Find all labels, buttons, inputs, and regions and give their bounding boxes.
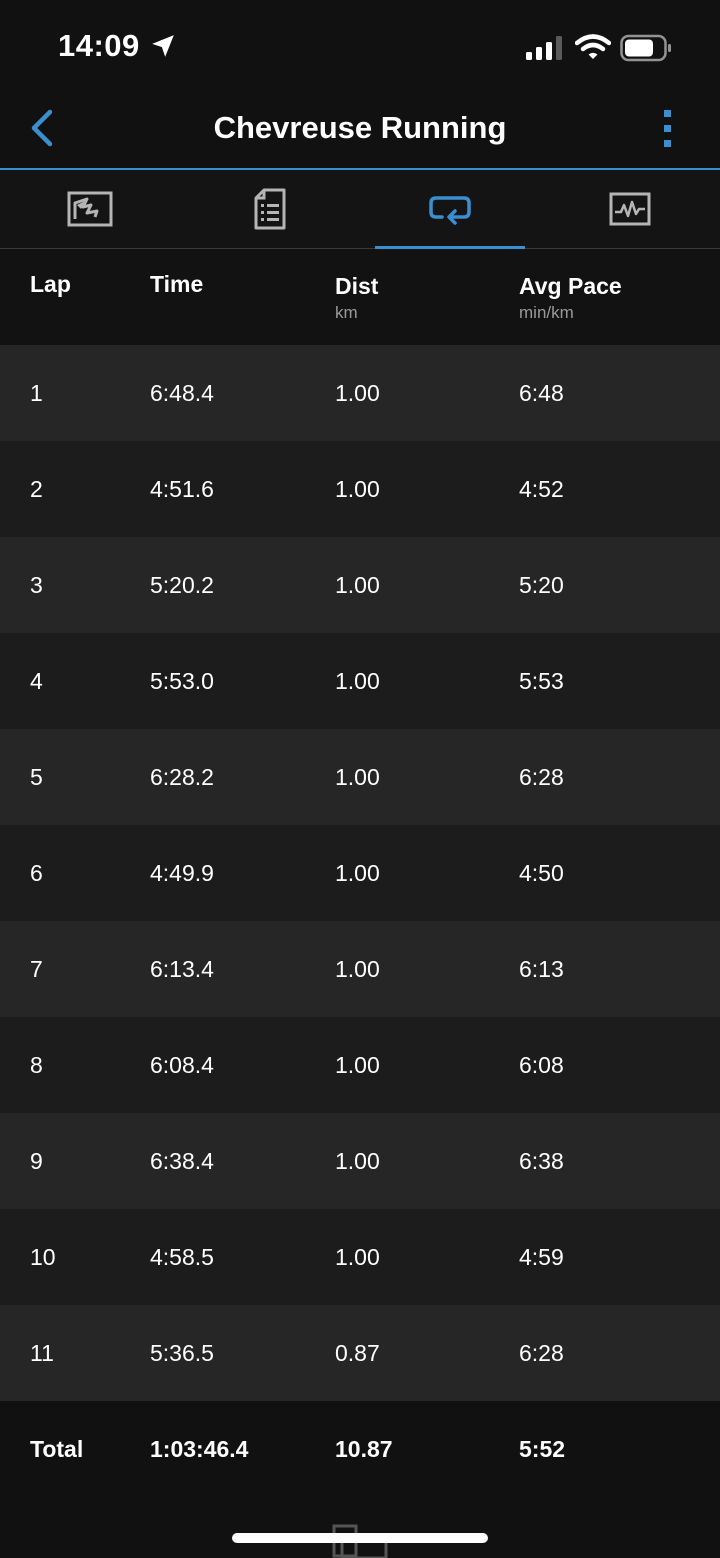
- home-indicator[interactable]: [232, 1533, 488, 1543]
- cell-dist: 1.00: [335, 860, 380, 886]
- laps-table-header: Lap Time Dist km Avg Pace min/km: [0, 249, 720, 345]
- navigation-bar: Chevreuse Running: [0, 90, 720, 170]
- tab-details[interactable]: [180, 170, 360, 248]
- table-row: 9 6:38.4 1.00 6:38: [0, 1113, 720, 1209]
- wifi-icon: [575, 34, 611, 59]
- header-pace-unit: min/km: [519, 303, 574, 322]
- table-row: 2 4:51.6 1.00 4:52: [0, 441, 720, 537]
- table-row: 11 5:36.5 0.87 6:28: [0, 1305, 720, 1401]
- cell-time: 4:49.9: [150, 860, 214, 886]
- cell-dist: 1.00: [335, 956, 380, 982]
- cell-time: 5:20.2: [150, 572, 214, 598]
- cell-pace: 5:53: [519, 668, 564, 694]
- cell-lap: 2: [30, 476, 43, 502]
- cell-pace: 6:28: [519, 764, 564, 790]
- cell-time: 6:38.4: [150, 1148, 214, 1174]
- cell-pace: 4:52: [519, 476, 564, 502]
- table-row: 7 6:13.4 1.00 6:13: [0, 921, 720, 1017]
- total-time: 1:03:46.4: [150, 1436, 249, 1462]
- cell-time: 4:51.6: [150, 476, 214, 502]
- cell-pace: 6:48: [519, 380, 564, 406]
- cell-time: 6:28.2: [150, 764, 214, 790]
- cell-dist: 0.87: [335, 1340, 380, 1366]
- cell-lap: 9: [30, 1148, 43, 1174]
- cell-pace: 6:08: [519, 1052, 564, 1078]
- cell-lap: 4: [30, 668, 43, 694]
- cell-pace: 4:59: [519, 1244, 564, 1270]
- cell-time: 5:53.0: [150, 668, 214, 694]
- cell-pace: 6:13: [519, 956, 564, 982]
- total-row: Total 1:03:46.4 10.87 5:52: [0, 1401, 720, 1497]
- table-row: 10 4:58.5 1.00 4:59: [0, 1209, 720, 1305]
- map-icon: [67, 191, 113, 227]
- table-row: 1 6:48.4 1.00 6:48: [0, 345, 720, 441]
- tab-bar: [0, 170, 720, 249]
- cell-dist: 1.00: [335, 380, 380, 406]
- cell-time: 5:36.5: [150, 1340, 214, 1366]
- cell-dist: 1.00: [335, 476, 380, 502]
- cell-pace: 5:20: [519, 572, 564, 598]
- total-dist: 10.87: [335, 1436, 393, 1462]
- header-pace: Avg Pace: [519, 273, 622, 299]
- cell-dist: 1.00: [335, 668, 380, 694]
- cell-dist: 1.00: [335, 1148, 380, 1174]
- tab-map[interactable]: [0, 170, 180, 248]
- cell-lap: 10: [30, 1244, 56, 1270]
- header-lap: Lap: [30, 271, 71, 297]
- tab-laps[interactable]: [360, 170, 540, 249]
- table-row: 8 6:08.4 1.00 6:08: [0, 1017, 720, 1113]
- cell-pace: 6:38: [519, 1148, 564, 1174]
- header-dist: Dist: [335, 273, 379, 299]
- battery-icon: [620, 34, 671, 62]
- cell-lap: 7: [30, 956, 43, 982]
- cell-dist: 1.00: [335, 1244, 380, 1270]
- cell-lap: 6: [30, 860, 43, 886]
- header-dist-unit: km: [335, 303, 358, 322]
- cell-dist: 1.00: [335, 572, 380, 598]
- table-row: 6 4:49.9 1.00 4:50: [0, 825, 720, 921]
- tab-charts[interactable]: [540, 170, 720, 248]
- cell-dist: 1.00: [335, 1052, 380, 1078]
- table-row: 4 5:53.0 1.00 5:53: [0, 633, 720, 729]
- laps-icon: [429, 196, 471, 225]
- total-label: Total: [30, 1436, 84, 1462]
- cell-lap: 11: [30, 1340, 54, 1366]
- cell-lap: 5: [30, 764, 43, 790]
- cell-pace: 4:50: [519, 860, 564, 886]
- cellular-signal-icon: [526, 36, 562, 60]
- table-row: 3 5:20.2 1.00 5:20: [0, 537, 720, 633]
- cell-time: 4:58.5: [150, 1244, 214, 1270]
- charts-icon: [609, 192, 651, 226]
- laps-table-body: 1 6:48.4 1.00 6:48 2 4:51.6 1.00 4:52 3 …: [0, 345, 720, 1401]
- header-time: Time: [150, 271, 204, 297]
- cell-lap: 1: [30, 380, 43, 406]
- details-icon: [254, 188, 286, 230]
- cell-lap: 3: [30, 572, 43, 598]
- cell-lap: 8: [30, 1052, 43, 1078]
- cell-time: 6:13.4: [150, 956, 214, 982]
- cell-time: 6:08.4: [150, 1052, 214, 1078]
- table-row: 5 6:28.2 1.00 6:28: [0, 729, 720, 825]
- cell-pace: 6:28: [519, 1340, 564, 1366]
- more-options-icon[interactable]: [658, 108, 678, 150]
- location-arrow-icon: [152, 35, 174, 57]
- page-title: Chevreuse Running: [213, 110, 507, 145]
- cell-time: 6:48.4: [150, 380, 214, 406]
- total-pace: 5:52: [519, 1436, 566, 1462]
- cell-dist: 1.00: [335, 764, 380, 790]
- status-bar: 14:09: [0, 0, 720, 90]
- status-time: 14:09: [58, 28, 140, 63]
